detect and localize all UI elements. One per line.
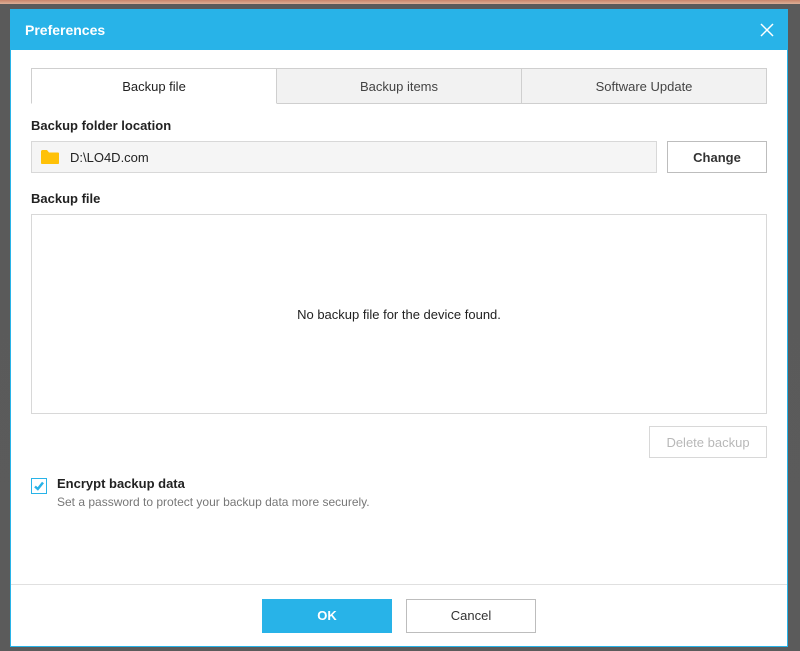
ok-label: OK (317, 608, 337, 623)
change-label: Change (693, 150, 741, 165)
delete-label: Delete backup (666, 435, 749, 450)
change-button[interactable]: Change (667, 141, 767, 173)
backup-file-list: No backup file for the device found. (31, 214, 767, 414)
delete-row: Delete backup (31, 426, 767, 458)
delete-backup-button: Delete backup (649, 426, 767, 458)
tab-label: Backup file (122, 79, 186, 94)
folder-path-text: D:\LO4D.com (70, 150, 149, 165)
encrypt-text-block: Encrypt backup data Set a password to pr… (57, 476, 370, 509)
tab-software-update[interactable]: Software Update (521, 68, 767, 104)
folder-icon (40, 149, 60, 165)
cancel-label: Cancel (451, 608, 491, 623)
folder-path-display: D:\LO4D.com (31, 141, 657, 173)
tab-panel-backup-file: Backup folder location D:\LO4D.com Chang… (31, 103, 767, 584)
titlebar: Preferences (11, 10, 787, 50)
tab-backup-file[interactable]: Backup file (31, 68, 277, 104)
backup-file-label: Backup file (31, 191, 767, 206)
content-area: Backup file Backup items Software Update… (11, 50, 787, 584)
cancel-button[interactable]: Cancel (406, 599, 536, 633)
encrypt-row: Encrypt backup data Set a password to pr… (31, 476, 767, 509)
preferences-window: Preferences Backup file Backup items Sof… (10, 9, 788, 647)
tab-label: Backup items (360, 79, 438, 94)
encrypt-description: Set a password to protect your backup da… (57, 495, 370, 509)
footer-buttons: OK Cancel (11, 584, 787, 646)
ok-button[interactable]: OK (262, 599, 392, 633)
encrypt-label: Encrypt backup data (57, 476, 370, 491)
folder-row: D:\LO4D.com Change (31, 141, 767, 173)
tab-backup-items[interactable]: Backup items (276, 68, 522, 104)
tab-bar: Backup file Backup items Software Update (31, 68, 767, 104)
checkmark-icon (33, 480, 45, 492)
close-icon (760, 23, 774, 37)
close-button[interactable] (747, 10, 787, 50)
window-title: Preferences (25, 22, 105, 38)
empty-message: No backup file for the device found. (297, 307, 501, 322)
encrypt-checkbox[interactable] (31, 478, 47, 494)
folder-location-label: Backup folder location (31, 118, 767, 133)
tab-label: Software Update (596, 79, 693, 94)
